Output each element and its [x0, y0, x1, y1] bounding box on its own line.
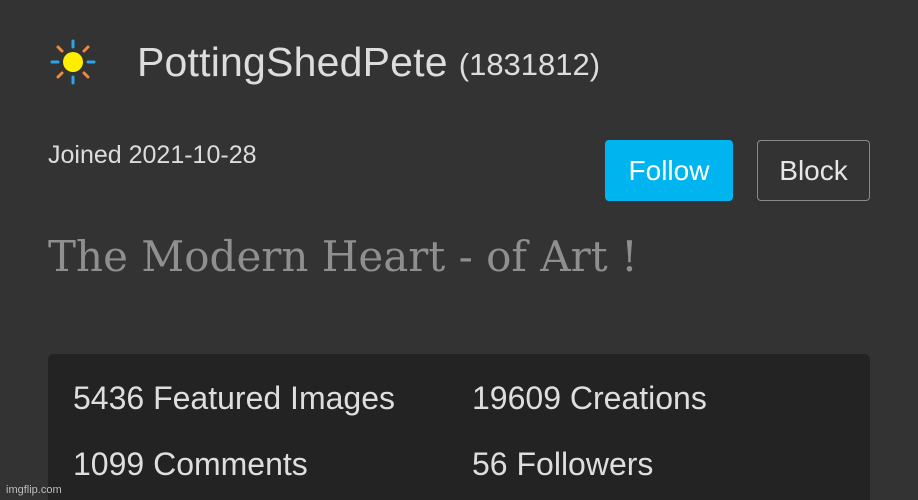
profile-header: PottingShedPete (1831812) [50, 36, 600, 88]
follow-button[interactable]: Follow [605, 140, 733, 201]
stat-creations[interactable]: 19609 Creations [472, 380, 707, 417]
stat-featured-images[interactable]: 5436 Featured Images [73, 380, 395, 417]
username: PottingShedPete [137, 38, 448, 85]
stats-panel: 5436 Featured Images 19609 Creations 109… [48, 354, 870, 500]
stat-followers[interactable]: 56 Followers [472, 446, 653, 483]
profile-tagline: The Modern Heart - of Art ! [48, 232, 638, 281]
stat-comments[interactable]: 1099 Comments [73, 446, 308, 483]
user-id: (1831812) [458, 47, 601, 82]
sun-icon [50, 39, 96, 85]
joined-date: Joined 2021-10-28 [48, 141, 257, 169]
watermark: imgflip.com [6, 484, 62, 496]
block-button[interactable]: Block [757, 140, 870, 201]
